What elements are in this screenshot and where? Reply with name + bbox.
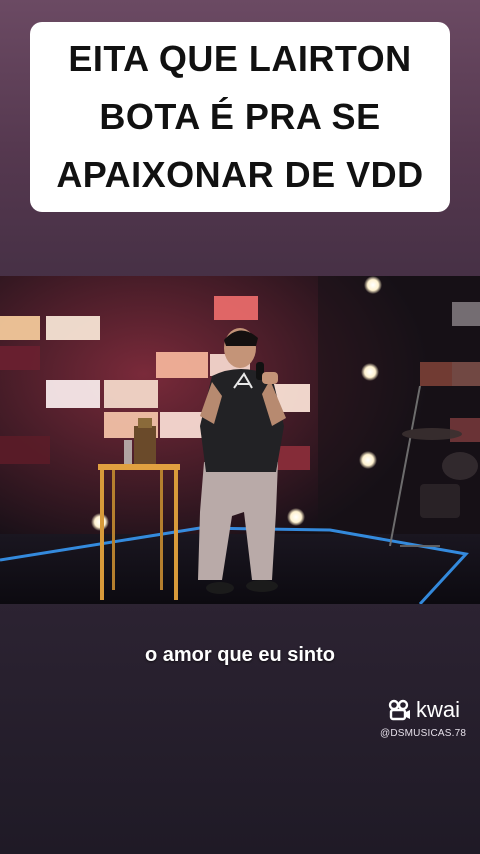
caption-box: EITA QUE LAIRTON BOTA É PRA SE APAIXONAR… <box>30 22 450 212</box>
video-player[interactable] <box>0 276 480 604</box>
kwai-logo-icon <box>388 699 410 721</box>
creator-handle: @DSMUSICAS.78 <box>380 728 467 739</box>
caption-line-2: BOTA É PRA SE <box>99 96 381 137</box>
video-frame <box>0 276 480 604</box>
caption-line-1: EITA QUE LAIRTON <box>68 38 412 79</box>
kwai-watermark: kwai <box>388 697 460 723</box>
video-subtitle: o amor que eu sinto <box>144 644 336 666</box>
kwai-brand-text: kwai <box>416 697 461 722</box>
caption-line-3: APAIXONAR DE VDD <box>56 154 424 195</box>
